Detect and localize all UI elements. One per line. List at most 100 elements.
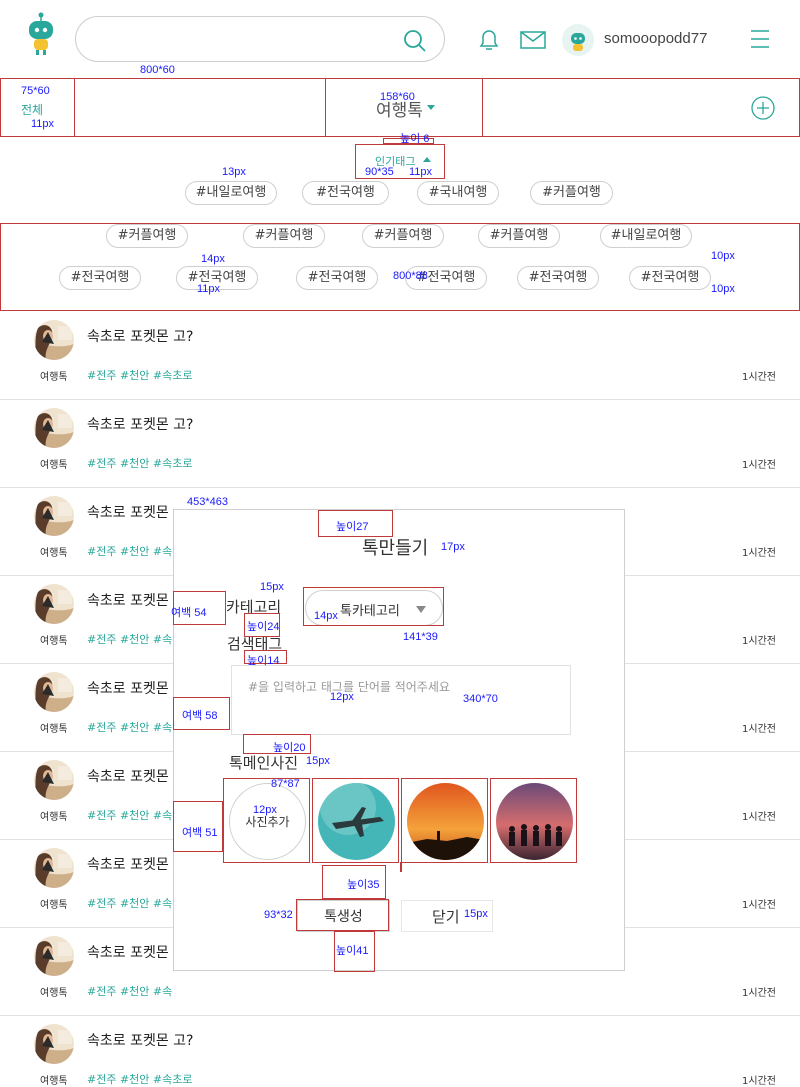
tag-chip[interactable]: #커플여행 [478, 224, 560, 248]
spec-label: 14px [314, 610, 338, 622]
app-logo[interactable] [24, 12, 58, 56]
feed-category: 여행톡 [40, 812, 68, 823]
spec-label: 158*60 [380, 91, 415, 103]
spec-label: 13px [222, 166, 246, 178]
avatar [34, 936, 74, 976]
tag-chip[interactable]: #전국여행 [629, 266, 711, 290]
spec-label: 높이20 [273, 742, 306, 754]
popular-tag[interactable]: #전국여행 [302, 181, 389, 205]
feed-item[interactable]: 속초로 포켓몬 고? 여행톡 #전주 #천안 #속초로 1시간전 [0, 400, 800, 488]
spec-label: 10px [711, 250, 735, 262]
popular-tag[interactable]: #커플여행 [530, 181, 613, 205]
tag-chip[interactable]: #전국여행 [59, 266, 141, 290]
spec-label: 15px [464, 908, 488, 920]
feed-item[interactable]: 속초로 포켓몬 고? 여행톡 #전주 #천안 #속초로 1시간전 [0, 1016, 800, 1087]
feed-tags[interactable]: #전주 #천안 #속 [87, 807, 172, 823]
tag-chip[interactable]: #내일로여행 [600, 224, 692, 248]
spec-label: 93*32 [264, 909, 293, 921]
feed-tags[interactable]: #전주 #천안 #속초로 [87, 367, 192, 383]
spec-label: 15px [306, 755, 330, 767]
username[interactable]: somooopodd77 [604, 30, 707, 47]
feed-title[interactable]: 속초로 포켓몬 [87, 502, 169, 522]
spec-label: 141*39 [403, 631, 438, 643]
spec-box-button [296, 899, 389, 931]
spec-label: 높이35 [347, 879, 380, 891]
feed-category: 여행톡 [40, 548, 68, 559]
feed-item[interactable]: 속초로 포켓몬 고? 여행톡 #전주 #천안 #속초로 1시간전 [0, 312, 800, 400]
avatar [34, 584, 74, 624]
feed-title[interactable]: 속초로 포켓몬 고? [87, 326, 194, 346]
spec-label: 11px [409, 166, 433, 178]
menu-icon[interactable] [750, 28, 770, 50]
spec-box-photo [312, 778, 399, 863]
bell-icon[interactable] [476, 26, 502, 52]
spec-label: 15px [260, 581, 284, 593]
spec-label: 여백 58 [182, 710, 218, 722]
feed-time: 1시간전 [742, 900, 776, 911]
feed-tags[interactable]: #전주 #천안 #속초로 [87, 1071, 192, 1087]
feed-time: 1시간전 [742, 460, 776, 471]
spec-label: 12px [253, 804, 277, 816]
feed-category: 여행톡 [40, 372, 68, 383]
spec-label: 87*87 [271, 778, 300, 790]
feed-title[interactable]: 속초로 포켓몬 [87, 590, 169, 610]
tag-chip[interactable]: #커플여행 [362, 224, 444, 248]
spec-label: 12px [330, 691, 354, 703]
mail-icon[interactable] [520, 30, 546, 50]
caret-up-icon[interactable] [423, 157, 431, 162]
category-all-tab[interactable]: 전체 [21, 101, 43, 118]
feed-tags[interactable]: #전주 #천안 #속 [87, 719, 172, 735]
feed-tags[interactable]: #전주 #천안 #속 [87, 895, 172, 911]
feed-category: 여행톡 [40, 1076, 68, 1087]
feed-tags[interactable]: #전주 #천안 #속 [87, 983, 172, 999]
tag-input[interactable] [232, 666, 570, 734]
feed-title[interactable]: 속초로 포켓몬 [87, 678, 169, 698]
modal-title: 톡만들기 [362, 538, 429, 559]
spec-label: 453*463 [187, 496, 228, 508]
search-icon[interactable] [402, 28, 428, 54]
avatar [34, 320, 74, 360]
user-avatar[interactable] [562, 24, 594, 56]
feed-tags[interactable]: #전주 #천안 #속초로 [87, 455, 192, 471]
feed-title[interactable]: 속초로 포켓몬 [87, 854, 169, 874]
create-talk-modal: 톡만들기 카테고리 톡카테고리 검색태그 톡메인사진 사진추가 톡생성 닫기 [173, 509, 625, 971]
feed-time: 1시간전 [742, 548, 776, 559]
feed-time: 1시간전 [742, 372, 776, 383]
spec-tick [400, 862, 402, 872]
avatar [34, 408, 74, 448]
tag-chip[interactable]: #전국여행 [517, 266, 599, 290]
tag-chip[interactable]: #커플여행 [106, 224, 188, 248]
feed-time: 1시간전 [742, 724, 776, 735]
spec-label: 10px [711, 283, 735, 295]
search-bar[interactable] [75, 16, 445, 62]
spec-label: 높이14 [247, 655, 280, 667]
feed-title[interactable]: 속초로 포켓몬 고? [87, 1030, 194, 1050]
feed-time: 1시간전 [742, 812, 776, 823]
caret-down-icon[interactable] [427, 105, 435, 110]
spec-box-photo [223, 778, 310, 863]
spec-label: 11px [31, 118, 55, 130]
feed-title[interactable]: 속초로 포켓몬 [87, 766, 169, 786]
add-circle-icon[interactable] [751, 96, 775, 120]
spec-label: 여백 51 [182, 827, 218, 839]
spec-label: 75*60 [21, 85, 50, 97]
search-input[interactable] [96, 29, 396, 51]
feed-title[interactable]: 속초로 포켓몬 [87, 942, 169, 962]
popular-tag[interactable]: #내일로여행 [185, 181, 277, 205]
spec-label: 17px [441, 541, 465, 553]
spec-box-photo [490, 778, 577, 863]
tag-input-box[interactable] [231, 665, 571, 735]
tag-chip[interactable]: #전국여행 [296, 266, 378, 290]
popular-tag[interactable]: #국내여행 [417, 181, 499, 205]
feed-category: 여행톡 [40, 900, 68, 911]
feed-time: 1시간전 [742, 988, 776, 999]
feed-title[interactable]: 속초로 포켓몬 고? [87, 414, 194, 434]
feed-tags[interactable]: #전주 #천안 #속 [87, 631, 172, 647]
feed-tags[interactable]: #전주 #천안 #속 [87, 543, 172, 559]
tag-chip[interactable]: #커플여행 [243, 224, 325, 248]
spec-label: 높이24 [247, 621, 280, 633]
avatar [34, 760, 74, 800]
spec-label: 800*88 [393, 270, 428, 282]
avatar [34, 496, 74, 536]
main-photo-label: 톡메인사진 [229, 754, 299, 772]
